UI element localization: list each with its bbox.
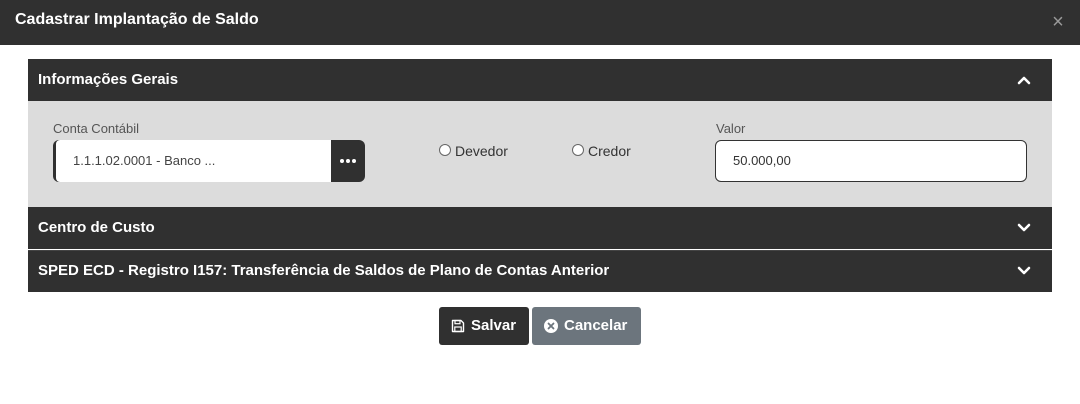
close-button[interactable]: × [1050,12,1066,32]
panel-sped-header[interactable]: SPED ECD - Registro I157: Transferência … [28,250,1052,292]
radio-devedor-circle[interactable] [439,144,451,156]
cancel-button[interactable]: Cancelar [532,307,641,345]
chevron-down-icon[interactable] [1016,220,1032,236]
panel-informacoes-gerais-body: Conta Contábil 1.1.1.02.0001 - Banco ...… [28,101,1052,207]
panel-title-informacoes-gerais: Informações Gerais [38,71,179,88]
radio-devedor-label: Devedor [455,143,508,159]
panel-informacoes-gerais-header[interactable]: Informações Gerais [28,59,1052,101]
modal-title: Cadastrar Implantação de Saldo [15,11,259,28]
chevron-down-icon[interactable] [1016,263,1032,279]
chevron-up-icon[interactable] [1016,72,1032,88]
radio-credor-label: Credor [588,143,631,159]
save-button-label: Salvar [471,317,517,334]
radio-credor-circle[interactable] [572,144,584,156]
panel-title-sped: SPED ECD - Registro I157: Transferência … [38,262,610,279]
valor-label: Valor [716,121,746,136]
modal-header: Cadastrar Implantação de Saldo × [0,0,1080,45]
close-icon: × [1052,11,1064,33]
conta-contabil-search-button[interactable] [331,140,365,182]
cancel-button-label: Cancelar [564,317,628,334]
times-circle-icon [544,319,558,333]
floppy-disk-icon [451,319,465,333]
conta-contabil-group: 1.1.1.02.0001 - Banco ... [53,140,365,182]
conta-contabil-label: Conta Contábil [53,121,139,136]
save-button[interactable]: Salvar [439,307,529,345]
ellipsis-icon [340,159,356,163]
panel-title-centro-custo: Centro de Custo [38,219,155,236]
panel-centro-custo-header[interactable]: Centro de Custo [28,207,1052,249]
conta-contabil-input[interactable]: 1.1.1.02.0001 - Banco ... [56,140,331,182]
valor-input[interactable]: 50.000,00 [715,140,1027,182]
